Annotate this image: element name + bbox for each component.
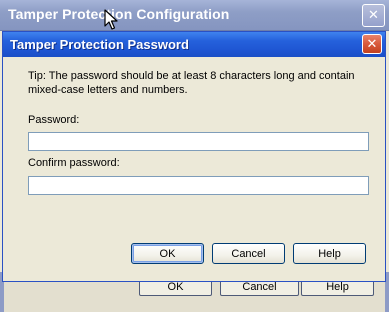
close-icon: ✕	[368, 8, 379, 23]
mouse-cursor-icon	[104, 9, 118, 30]
confirm-password-label: Confirm password:	[28, 157, 120, 169]
dialog-titlebar[interactable]: Tamper Protection Password ✕	[3, 32, 385, 57]
confirm-password-field[interactable]	[28, 176, 369, 195]
dialog-close-button[interactable]: ✕	[362, 34, 382, 54]
help-button[interactable]: Help	[293, 243, 366, 264]
parent-window-title: Tamper Protection Configuration	[8, 6, 230, 22]
ok-button[interactable]: OK	[131, 243, 204, 264]
cancel-button[interactable]: Cancel	[212, 243, 285, 264]
password-field[interactable]	[28, 132, 369, 151]
password-label: Password:	[28, 114, 80, 126]
close-icon: ✕	[366, 36, 378, 52]
password-tip-text: Tip: The password should be at least 8 c…	[28, 70, 355, 96]
dialog-title: Tamper Protection Password	[10, 37, 189, 52]
parent-close-button[interactable]: ✕	[362, 4, 385, 27]
password-dialog: Tamper Protection Password ✕ Tip: The pa…	[2, 31, 386, 282]
parent-window-titlebar[interactable]: Tamper Protection Configuration ✕	[0, 0, 389, 31]
